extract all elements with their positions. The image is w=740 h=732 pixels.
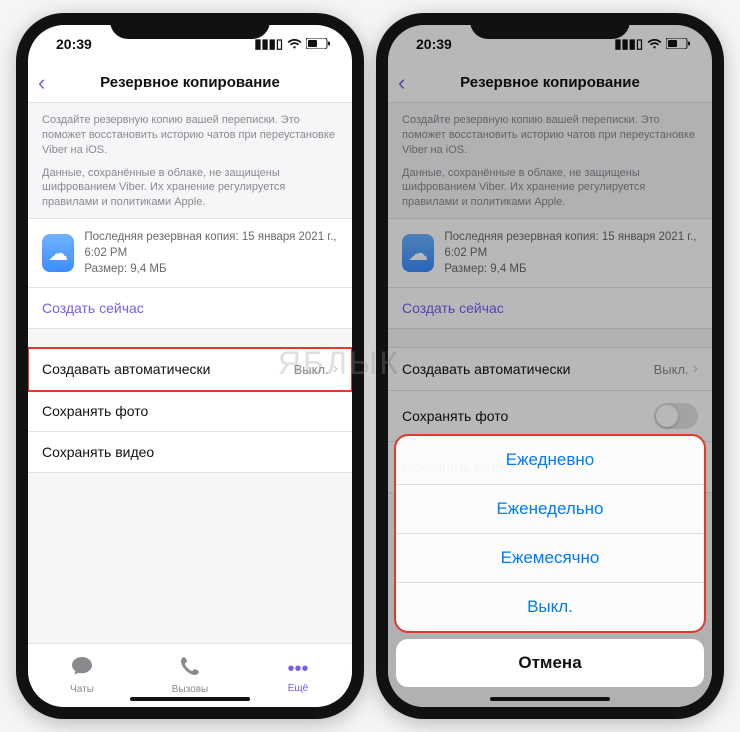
backup-block: ☁ Последняя резервная копия: 15 января 2… <box>388 218 712 329</box>
battery-icon <box>306 37 330 52</box>
create-now-button: Создать сейчас <box>388 288 712 328</box>
notch <box>110 13 270 39</box>
sheet-cancel-button[interactable]: Отмена <box>396 639 704 687</box>
backup-size-label: Размер: 9,4 МБ <box>84 261 338 277</box>
more-icon: ••• <box>287 658 308 681</box>
row-label: Создавать автоматически <box>402 361 570 377</box>
row-value: Выкл. <box>294 362 329 377</box>
status-icons: ▮▮▮▯ <box>614 36 690 52</box>
row-save-photo: Сохранять фото <box>388 391 712 442</box>
row-auto-backup[interactable]: Создавать автоматически Выкл. › <box>28 348 352 391</box>
description-2: Данные, сохранённые в облаке, не защищен… <box>28 166 352 219</box>
page-title: Резервное копирование <box>460 74 640 91</box>
tab-label: Ещё <box>288 683 308 694</box>
signal-icon: ▮▮▮▯ <box>614 36 643 52</box>
nav-header: ‹ Резервное копирование <box>28 63 352 103</box>
tab-more[interactable]: ••• Ещё <box>244 644 352 707</box>
toggle-photo[interactable] <box>654 403 698 429</box>
cloud-icon: ☁ <box>402 234 434 272</box>
phone-left: 20:39 ▮▮▮▯ ‹ Резервное копирование Созда… <box>16 13 364 719</box>
settings-group: Создавать автоматически Выкл. › Сохранят… <box>28 347 352 473</box>
time-label: 20:39 <box>416 36 452 52</box>
row-auto-backup: Создавать автоматически Выкл. › <box>388 348 712 391</box>
sheet-option-weekly[interactable]: Еженедельно <box>396 485 704 534</box>
back-chevron-icon: ‹ <box>398 70 405 96</box>
backup-info: ☁ Последняя резервная копия: 15 января 2… <box>28 219 352 288</box>
sheet-options: Ежедневно Еженедельно Ежемесячно Выкл. <box>396 436 704 631</box>
row-label: Сохранять видео <box>42 444 154 460</box>
home-indicator[interactable] <box>130 697 250 701</box>
phone-right: 20:39 ▮▮▮▯ ‹ Резервное копирование Созда… <box>376 13 724 719</box>
row-label: Сохранять фото <box>42 403 148 419</box>
tab-chats[interactable]: Чаты <box>28 644 136 707</box>
backup-size-label: Размер: 9,4 МБ <box>444 261 698 277</box>
chevron-right-icon: › <box>333 360 338 378</box>
sheet-option-daily[interactable]: Ежедневно <box>396 436 704 485</box>
back-chevron-icon[interactable]: ‹ <box>38 70 45 96</box>
action-sheet: Ежедневно Еженедельно Ежемесячно Выкл. О… <box>388 436 712 687</box>
row-save-video[interactable]: Сохранять видео <box>28 432 352 472</box>
battery-icon <box>666 37 690 52</box>
wifi-icon <box>287 37 302 52</box>
chevron-right-icon: › <box>693 360 698 378</box>
description-1: Создайте резервную копию вашей переписки… <box>28 103 352 166</box>
last-backup-label: Последняя резервная копия: 15 января 202… <box>84 229 338 261</box>
sheet-option-monthly[interactable]: Ежемесячно <box>396 534 704 583</box>
chat-icon <box>71 656 93 682</box>
wifi-icon <box>647 37 662 52</box>
signal-icon: ▮▮▮▯ <box>254 36 283 52</box>
row-label: Сохранять фото <box>402 408 508 424</box>
tab-label: Вызовы <box>172 684 208 695</box>
phone-icon <box>180 656 200 682</box>
page-title: Резервное копирование <box>100 74 280 91</box>
cloud-icon: ☁ <box>42 234 74 272</box>
row-value: Выкл. <box>654 362 689 377</box>
backup-info: ☁ Последняя резервная копия: 15 января 2… <box>388 219 712 288</box>
row-save-photo[interactable]: Сохранять фото <box>28 391 352 432</box>
row-label: Создавать автоматически <box>42 361 210 377</box>
status-icons: ▮▮▮▯ <box>254 36 330 52</box>
home-indicator[interactable] <box>490 697 610 701</box>
sheet-option-off[interactable]: Выкл. <box>396 583 704 631</box>
tab-label: Чаты <box>70 684 94 695</box>
description-1: Создайте резервную копию вашей переписки… <box>388 103 712 166</box>
content-area: Создайте резервную копию вашей переписки… <box>28 103 352 643</box>
last-backup-label: Последняя резервная копия: 15 января 202… <box>444 229 698 261</box>
description-2: Данные, сохранённые в облаке, не защищен… <box>388 166 712 219</box>
nav-header: ‹ Резервное копирование <box>388 63 712 103</box>
time-label: 20:39 <box>56 36 92 52</box>
backup-block: ☁ Последняя резервная копия: 15 января 2… <box>28 218 352 329</box>
notch <box>470 13 630 39</box>
create-now-button[interactable]: Создать сейчас <box>28 288 352 328</box>
